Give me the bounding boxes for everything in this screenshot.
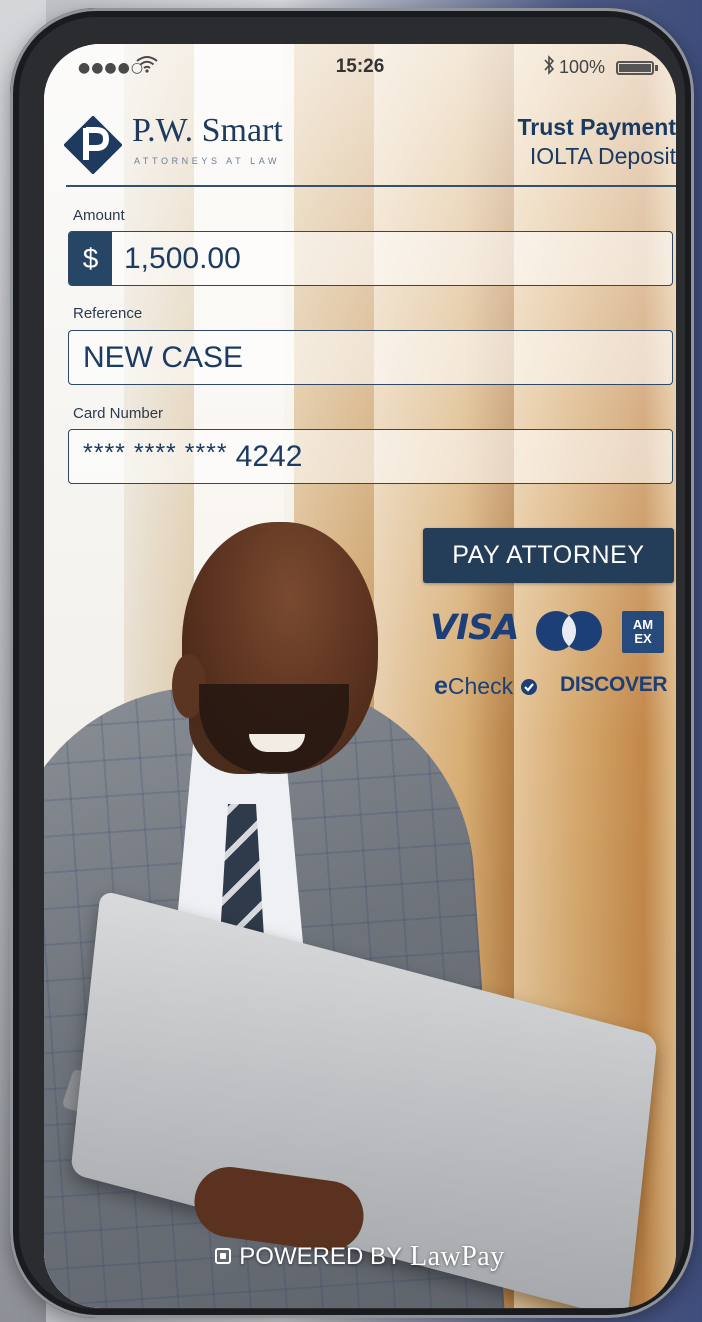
firm-tagline: ATTORNEYS AT LAW — [134, 156, 281, 166]
echeck-logo: eCheck — [434, 672, 538, 701]
visa-logo: VISA — [430, 608, 519, 648]
card-number-mask: **** **** **** — [83, 439, 228, 467]
amex-logo: AM EX — [622, 611, 664, 653]
reference-field[interactable]: NEW CASE — [68, 330, 673, 385]
firm-logo-icon — [63, 115, 123, 175]
card-number-value[interactable]: **** **** **** 4242 — [83, 430, 302, 483]
echeck-e: e — [434, 672, 448, 700]
card-number-field[interactable]: **** **** **** 4242 — [68, 429, 673, 484]
card-number-last4: 4242 — [235, 439, 303, 473]
amount-value[interactable]: 1,500.00 — [124, 232, 241, 285]
amount-label: Amount — [73, 207, 125, 224]
amount-field[interactable]: $ 1,500.00 — [68, 231, 673, 286]
battery-nub — [655, 65, 658, 71]
discover-logo: DISCOVER — [560, 673, 668, 696]
reference-value[interactable]: NEW CASE — [83, 331, 243, 384]
card-number-label: Card Number — [73, 405, 164, 422]
phone-frame: ●●●●○ 15:26 100% P.W. Smart ATTORNEYS AT… — [10, 8, 694, 1318]
lawpay-logo: LawPay — [409, 1241, 505, 1272]
lock-icon — [215, 1248, 232, 1264]
page-subtitle: IOLTA Deposit — [529, 143, 676, 169]
echeck-check-icon — [520, 679, 537, 695]
currency-prefix: $ — [69, 232, 112, 285]
amex-line-1: AM — [632, 617, 654, 632]
status-bar: ●●●●○ 15:26 100% — [44, 44, 676, 92]
phone-screen: ●●●●○ 15:26 100% P.W. Smart ATTORNEYS AT… — [44, 44, 676, 1308]
pay-attorney-button[interactable]: PAY ATTORNEY — [423, 528, 674, 583]
echeck-text: Check — [447, 673, 514, 699]
mastercard-icon — [534, 609, 604, 653]
battery-icon — [616, 61, 654, 75]
powered-by-text: POWERED BY — [239, 1243, 402, 1270]
amex-line-2: EX — [634, 631, 652, 646]
powered-by-footer: POWERED BY LawPay — [44, 1241, 676, 1273]
reference-label: Reference — [73, 305, 143, 322]
page-title: Trust Payment — [517, 114, 677, 140]
battery-percent: 100% — [559, 57, 606, 77]
header-divider — [66, 185, 676, 187]
bluetooth-icon — [543, 55, 555, 80]
firm-name: P.W. Smart — [132, 112, 283, 149]
